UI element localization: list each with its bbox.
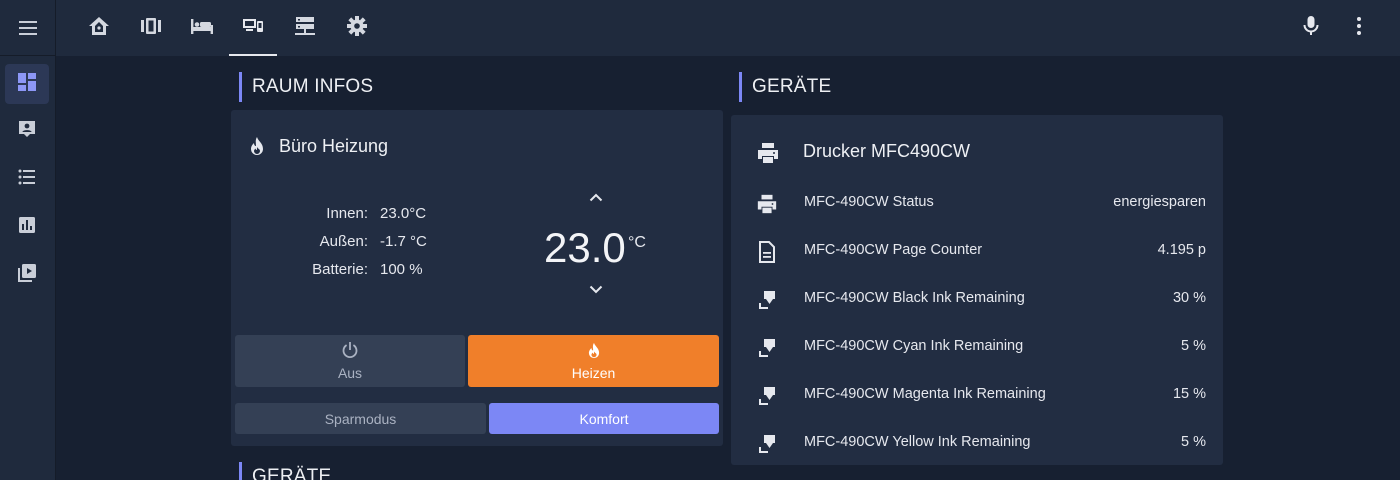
info-row-inside: Innen: 23.0°C	[231, 205, 723, 225]
info-label: Batterie:	[312, 261, 368, 278]
more-vertical-icon	[1356, 16, 1362, 41]
printer-icon	[755, 192, 779, 216]
tab-server[interactable]	[281, 0, 329, 56]
info-value: 23.0°C	[380, 205, 427, 222]
info-row-battery: Batterie: 100 %	[231, 261, 723, 281]
mode-heat-label: Heizen	[571, 364, 616, 381]
mode-heat-button[interactable]: Heizen	[468, 335, 719, 387]
thermostat-name: Büro Heizung	[279, 136, 389, 156]
flame-icon	[587, 342, 601, 362]
entity-value: 15 %	[1172, 386, 1206, 402]
info-row-outside: Außen: -1.7 °C	[231, 233, 723, 253]
power-icon	[341, 341, 359, 362]
dashboard-icon	[17, 72, 37, 97]
entity-name: MFC-490CW Page Counter	[804, 242, 983, 258]
file-document-icon	[755, 240, 779, 264]
ink-cartridge-icon	[755, 384, 779, 408]
entity-name: MFC-490CW Status	[804, 194, 934, 210]
printer-icon	[756, 141, 780, 170]
home-icon	[88, 15, 110, 42]
devices-icon	[241, 15, 265, 42]
contact-card-icon	[17, 119, 37, 144]
sidebar-item-list[interactable]	[5, 159, 49, 199]
sidebar-item-statistics[interactable]	[5, 207, 49, 247]
chevron-down-icon	[589, 281, 603, 299]
sidebar-item-dashboard[interactable]	[5, 64, 49, 104]
ink-cartridge-icon	[755, 336, 779, 360]
device-name: Drucker MFC490CW	[803, 141, 971, 161]
entity-value: 30 %	[1172, 290, 1206, 306]
entity-row-magenta-ink[interactable]: MFC-490CW Magenta Ink Remaining 15 %	[731, 372, 1223, 420]
hamburger-menu-icon[interactable]	[0, 0, 56, 56]
sidebar-item-media[interactable]	[5, 255, 49, 295]
sidebar	[0, 0, 56, 480]
more-menu-button[interactable]	[1339, 0, 1379, 56]
device-card: Drucker MFC490CW MFC-490CW Status energi…	[731, 115, 1223, 465]
tab-settings[interactable]	[333, 0, 381, 56]
media-play-icon	[17, 263, 37, 288]
tab-carousel[interactable]	[127, 0, 175, 56]
info-value: -1.7 °C	[380, 233, 427, 250]
temperature-up-button[interactable]	[581, 186, 611, 210]
entity-value: energiesparen	[1113, 194, 1206, 210]
mode-off-label: Aus	[337, 365, 363, 381]
sidebar-item-contact[interactable]	[5, 111, 49, 151]
flame-icon	[249, 136, 265, 161]
entity-name: MFC-490CW Yellow Ink Remaining	[804, 434, 1031, 450]
chevron-up-icon	[589, 189, 603, 207]
entity-value: 4.195 p	[1157, 242, 1206, 258]
entity-value: 5 %	[1181, 338, 1206, 354]
top-toolbar	[56, 0, 1400, 56]
preset-eco-button[interactable]: Sparmodus	[235, 403, 486, 434]
gear-icon	[346, 15, 368, 42]
tab-bedroom[interactable]	[178, 0, 226, 56]
tab-devices[interactable]	[229, 0, 277, 56]
microphone-icon	[1303, 15, 1319, 42]
list-icon	[17, 167, 37, 192]
ink-cartridge-icon	[755, 432, 779, 456]
entity-name: MFC-490CW Magenta Ink Remaining	[804, 386, 1046, 402]
entity-value: 5 %	[1181, 434, 1206, 450]
info-value: 100 %	[380, 261, 423, 278]
voice-button[interactable]	[1291, 0, 1331, 56]
entity-row-cyan-ink[interactable]: MFC-490CW Cyan Ink Remaining 5 %	[731, 324, 1223, 372]
ink-cartridge-icon	[755, 288, 779, 312]
tab-home[interactable]	[75, 0, 123, 56]
info-label: Innen:	[326, 205, 368, 222]
section-title-raum-infos: RAUM INFOS	[239, 72, 373, 102]
entity-row-yellow-ink[interactable]: MFC-490CW Yellow Ink Remaining 5 %	[731, 420, 1223, 468]
preset-comfort-button[interactable]: Komfort	[489, 403, 719, 434]
target-temperature: 23.0	[544, 224, 626, 271]
entity-name: MFC-490CW Cyan Ink Remaining	[804, 338, 1024, 354]
section-title-geraete-lower: GERÄTE	[239, 462, 331, 480]
bed-icon	[190, 15, 214, 42]
entity-row-page-counter[interactable]: MFC-490CW Page Counter 4.195 p	[731, 228, 1223, 276]
mode-off-button[interactable]: Aus	[235, 335, 465, 387]
entity-row-status[interactable]: MFC-490CW Status energiesparen	[731, 180, 1223, 228]
target-temperature-unit: °C	[628, 234, 646, 251]
thermostat-card: Büro Heizung Innen: 23.0°C Außen: -1.7 °…	[231, 110, 723, 446]
entity-name: MFC-490CW Black Ink Remaining	[804, 290, 1025, 306]
info-label: Außen:	[319, 233, 368, 250]
entity-row-black-ink[interactable]: MFC-490CW Black Ink Remaining 30 %	[731, 276, 1223, 324]
server-icon	[294, 15, 316, 42]
section-title-geraete: GERÄTE	[739, 72, 831, 102]
bar-chart-icon	[17, 215, 37, 240]
carousel-icon	[140, 15, 162, 42]
temperature-down-button[interactable]	[581, 278, 611, 302]
